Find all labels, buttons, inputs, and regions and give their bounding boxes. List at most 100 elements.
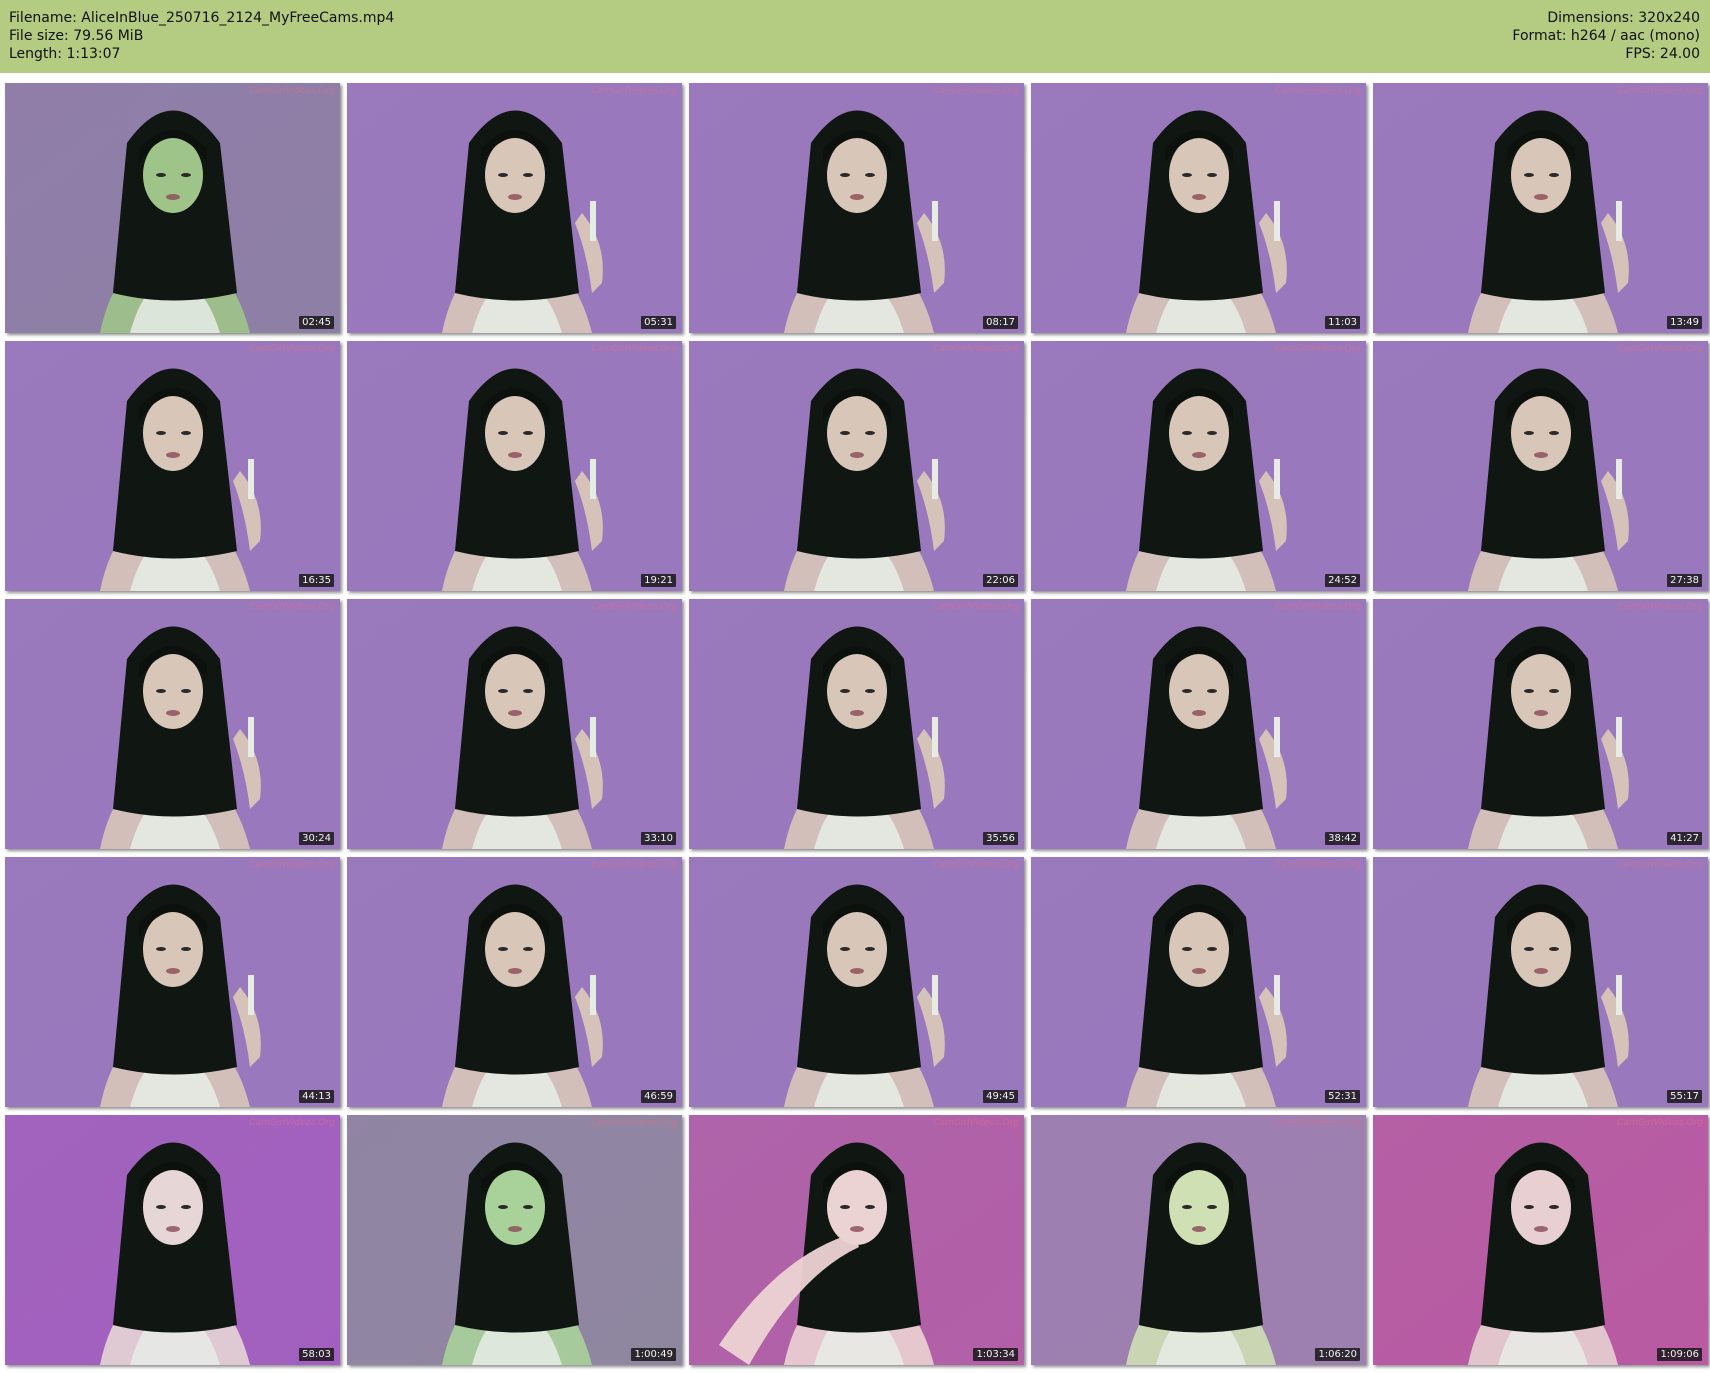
- timestamp-label: 19:21: [641, 574, 676, 587]
- thumbnail-frame-image: [1373, 599, 1708, 849]
- format-text: Format: h264 / aac (mono): [1512, 28, 1700, 44]
- watermark-logo: CamGirlVideos.Org: [1275, 344, 1361, 354]
- thumbnail-frame-image: [1373, 857, 1708, 1107]
- watermark-logo: CamGirlVideos.Org: [1275, 1118, 1361, 1128]
- video-thumbnail[interactable]: CamGirlVideos.Org 1:06:20: [1031, 1115, 1366, 1365]
- timestamp-label: 16:35: [299, 574, 334, 587]
- video-thumbnail[interactable]: CamGirlVideos.Org 46:59: [347, 857, 682, 1107]
- video-thumbnail[interactable]: CamGirlVideos.Org 41:27: [1373, 599, 1708, 849]
- video-thumbnail[interactable]: CamGirlVideos.Org 27:38: [1373, 341, 1708, 591]
- timestamp-label: 41:27: [1667, 832, 1702, 845]
- watermark-logo: CamGirlVideos.Org: [1617, 1118, 1703, 1128]
- video-thumbnail[interactable]: CamGirlVideos.Org 1:03:34: [689, 1115, 1024, 1365]
- info-left-column: Filename: AliceInBlue_250716_2124_MyFree…: [9, 9, 394, 63]
- thumbnail-frame-image: [347, 1115, 682, 1365]
- thumbnail-frame-image: [347, 857, 682, 1107]
- thumbnail-frame-image: [5, 1115, 340, 1365]
- video-thumbnail[interactable]: CamGirlVideos.Org 52:31: [1031, 857, 1366, 1107]
- video-thumbnail[interactable]: CamGirlVideos.Org 22:06: [689, 341, 1024, 591]
- watermark-logo: CamGirlVideos.Org: [249, 1118, 335, 1128]
- watermark-logo: CamGirlVideos.Org: [591, 344, 677, 354]
- video-thumbnail[interactable]: CamGirlVideos.Org 33:10: [347, 599, 682, 849]
- timestamp-label: 49:45: [983, 1090, 1018, 1103]
- thumbnail-frame-image: [5, 341, 340, 591]
- info-header: Filename: AliceInBlue_250716_2124_MyFree…: [0, 0, 1710, 73]
- timestamp-label: 1:00:49: [631, 1348, 676, 1361]
- watermark-logo: CamGirlVideos.Org: [1275, 860, 1361, 870]
- thumbnail-frame-image: [1031, 857, 1366, 1107]
- thumbnail-frame-image: [689, 1115, 1024, 1365]
- video-thumbnail[interactable]: CamGirlVideos.Org 35:56: [689, 599, 1024, 849]
- thumbnail-frame-image: [347, 341, 682, 591]
- watermark-logo: CamGirlVideos.Org: [933, 1118, 1019, 1128]
- timestamp-label: 02:45: [299, 316, 334, 329]
- watermark-logo: CamGirlVideos.Org: [249, 602, 335, 612]
- timestamp-label: 05:31: [641, 316, 676, 329]
- video-thumbnail[interactable]: CamGirlVideos.Org 11:03: [1031, 83, 1366, 333]
- filesize-text: File size: 79.56 MiB: [9, 28, 144, 44]
- thumbnail-frame-image: [1031, 599, 1366, 849]
- thumbnail-frame-image: [689, 341, 1024, 591]
- dimensions-text: Dimensions: 320x240: [1547, 10, 1700, 26]
- timestamp-label: 13:49: [1667, 316, 1702, 329]
- thumbnail-frame-image: [1373, 341, 1708, 591]
- filename-text: Filename: AliceInBlue_250716_2124_MyFree…: [9, 10, 395, 26]
- watermark-logo: CamGirlVideos.Org: [1275, 86, 1361, 96]
- video-thumbnail[interactable]: CamGirlVideos.Org 02:45: [5, 83, 340, 333]
- thumbnail-frame-image: [5, 857, 340, 1107]
- timestamp-label: 11:03: [1325, 316, 1360, 329]
- timestamp-label: 24:52: [1325, 574, 1360, 587]
- video-thumbnail[interactable]: CamGirlVideos.Org 1:09:06: [1373, 1115, 1708, 1365]
- video-thumbnail[interactable]: CamGirlVideos.Org 13:49: [1373, 83, 1708, 333]
- timestamp-label: 27:38: [1667, 574, 1702, 587]
- watermark-logo: CamGirlVideos.Org: [1617, 344, 1703, 354]
- video-thumbnail[interactable]: CamGirlVideos.Org 44:13: [5, 857, 340, 1107]
- watermark-logo: CamGirlVideos.Org: [1617, 602, 1703, 612]
- thumbnail-frame-image: [5, 83, 340, 333]
- timestamp-label: 55:17: [1667, 1090, 1702, 1103]
- length-text: Length: 1:13:07: [9, 46, 121, 62]
- timestamp-label: 35:56: [983, 832, 1018, 845]
- video-thumbnail[interactable]: CamGirlVideos.Org 55:17: [1373, 857, 1708, 1107]
- thumbnail-frame-image: [1031, 341, 1366, 591]
- thumbnail-frame-image: [347, 83, 682, 333]
- thumbnail-frame-image: [1031, 83, 1366, 333]
- thumbnail-frame-image: [1373, 1115, 1708, 1365]
- thumbnail-frame-image: [689, 599, 1024, 849]
- timestamp-label: 44:13: [299, 1090, 334, 1103]
- watermark-logo: CamGirlVideos.Org: [933, 602, 1019, 612]
- watermark-logo: CamGirlVideos.Org: [933, 860, 1019, 870]
- watermark-logo: CamGirlVideos.Org: [591, 860, 677, 870]
- watermark-logo: CamGirlVideos.Org: [1617, 86, 1703, 96]
- video-thumbnail[interactable]: CamGirlVideos.Org 24:52: [1031, 341, 1366, 591]
- timestamp-label: 30:24: [299, 832, 334, 845]
- info-right-column: Dimensions: 320x240 Format: h264 / aac (…: [1512, 9, 1700, 63]
- thumbnail-frame-image: [5, 599, 340, 849]
- video-thumbnail[interactable]: CamGirlVideos.Org 30:24: [5, 599, 340, 849]
- video-thumbnail[interactable]: CamGirlVideos.Org 08:17: [689, 83, 1024, 333]
- watermark-logo: CamGirlVideos.Org: [591, 86, 677, 96]
- thumbnail-frame-image: [347, 599, 682, 849]
- timestamp-label: 1:06:20: [1315, 1348, 1360, 1361]
- video-thumbnail[interactable]: CamGirlVideos.Org 49:45: [689, 857, 1024, 1107]
- thumbnail-frame-image: [689, 83, 1024, 333]
- watermark-logo: CamGirlVideos.Org: [1275, 602, 1361, 612]
- video-thumbnail[interactable]: CamGirlVideos.Org 58:03: [5, 1115, 340, 1365]
- watermark-logo: CamGirlVideos.Org: [591, 602, 677, 612]
- video-thumbnail[interactable]: CamGirlVideos.Org 05:31: [347, 83, 682, 333]
- video-thumbnail[interactable]: CamGirlVideos.Org 1:00:49: [347, 1115, 682, 1365]
- timestamp-label: 33:10: [641, 832, 676, 845]
- timestamp-label: 1:03:34: [973, 1348, 1018, 1361]
- timestamp-label: 58:03: [299, 1348, 334, 1361]
- video-thumbnail[interactable]: CamGirlVideos.Org 38:42: [1031, 599, 1366, 849]
- watermark-logo: CamGirlVideos.Org: [933, 344, 1019, 354]
- timestamp-label: 46:59: [641, 1090, 676, 1103]
- thumbnail-frame-image: [1373, 83, 1708, 333]
- watermark-logo: CamGirlVideos.Org: [933, 86, 1019, 96]
- timestamp-label: 08:17: [983, 316, 1018, 329]
- video-thumbnail[interactable]: CamGirlVideos.Org 19:21: [347, 341, 682, 591]
- video-thumbnail[interactable]: CamGirlVideos.Org 16:35: [5, 341, 340, 591]
- thumbnail-grid: CamGirlVideos.Org 02:45 CamGirlVideos.Org 0…: [5, 83, 1708, 1368]
- watermark-logo: CamGirlVideos.Org: [591, 1118, 677, 1128]
- timestamp-label: 52:31: [1325, 1090, 1360, 1103]
